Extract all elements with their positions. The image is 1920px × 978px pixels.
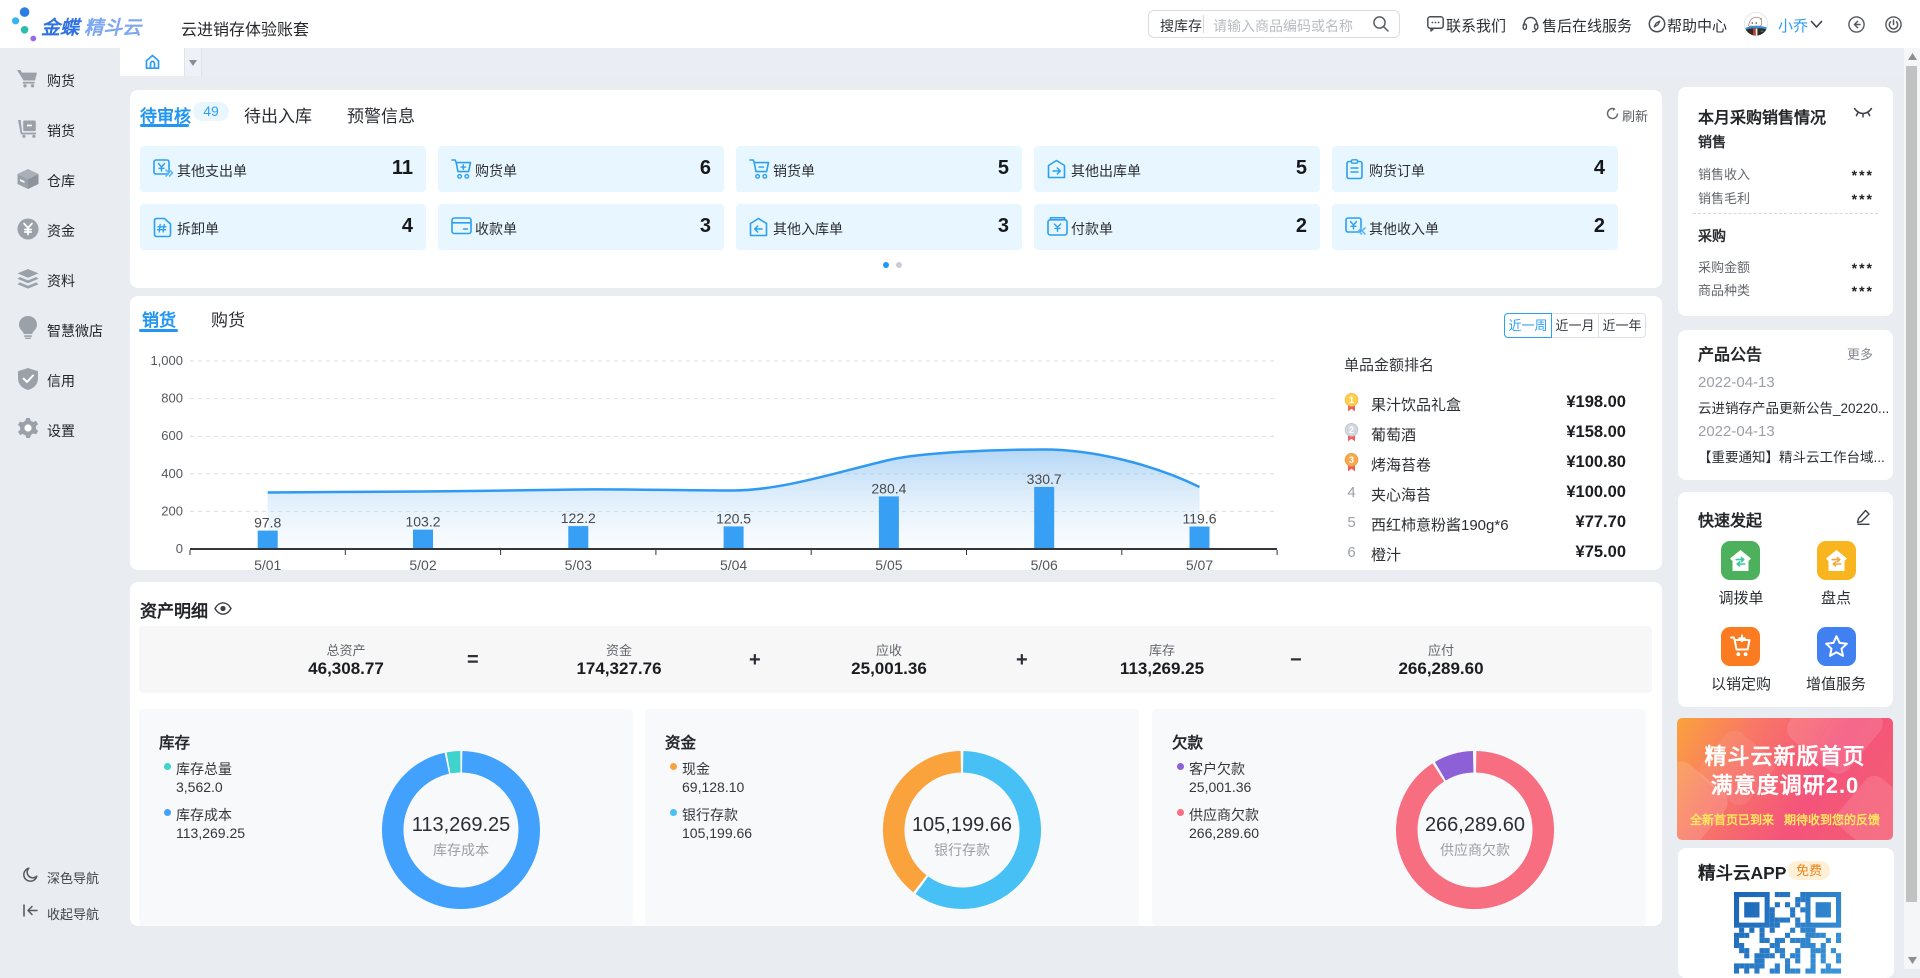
svg-text:120.5: 120.5 [716, 510, 751, 526]
svg-text:2: 2 [1349, 425, 1354, 435]
svg-text:0: 0 [176, 541, 183, 556]
svg-text:200: 200 [161, 503, 183, 518]
svg-text:600: 600 [161, 428, 183, 443]
svg-text:280.4: 280.4 [871, 480, 906, 496]
svg-text:119.6: 119.6 [1183, 511, 1217, 527]
svg-text:1: 1 [1349, 395, 1354, 405]
svg-text:3: 3 [1349, 455, 1354, 465]
svg-text:5/04: 5/04 [720, 557, 747, 570]
svg-text:97.8: 97.8 [254, 515, 281, 531]
svg-text:330.7: 330.7 [1027, 471, 1062, 487]
svg-text:103.2: 103.2 [405, 514, 440, 530]
svg-text:5/06: 5/06 [1031, 557, 1058, 570]
svg-text:400: 400 [161, 466, 183, 481]
svg-text:5/02: 5/02 [409, 557, 436, 570]
svg-text:5/01: 5/01 [254, 557, 281, 570]
svg-text:5/07: 5/07 [1186, 557, 1213, 570]
svg-text:800: 800 [161, 391, 183, 406]
svg-text:122.2: 122.2 [561, 510, 596, 526]
svg-text:5/03: 5/03 [565, 557, 592, 570]
svg-text:1,000: 1,000 [150, 353, 183, 368]
svg-text:5/05: 5/05 [875, 557, 902, 570]
